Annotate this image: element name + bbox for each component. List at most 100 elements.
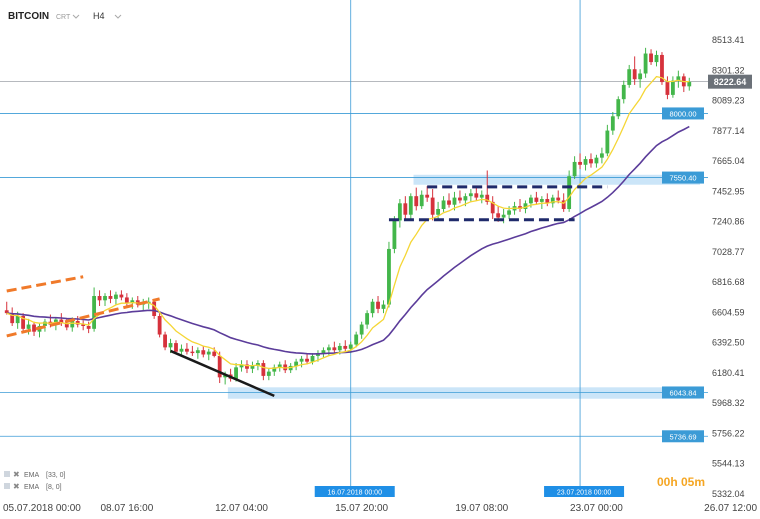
candle-body	[348, 344, 353, 349]
candlestick-series	[4, 47, 692, 385]
candle-body	[201, 350, 206, 355]
candle-body	[337, 345, 342, 351]
candle-body	[310, 355, 315, 362]
timeframe-select[interactable]: H4	[93, 11, 122, 21]
candle-body	[654, 54, 659, 63]
vertical-marker-label: 16.07.2018 00:00	[327, 490, 382, 497]
candle-body	[452, 197, 457, 205]
candle-body	[392, 220, 397, 249]
candle-body	[305, 358, 309, 362]
candle-body	[354, 334, 359, 345]
candle-body	[578, 161, 582, 165]
candle-body	[185, 348, 189, 352]
candle-body	[572, 161, 577, 177]
indicator-legend: ✖ EMA [33, 0] ✖ EMA [8, 0]	[4, 470, 66, 491]
legend-item-ema33[interactable]: ✖ EMA [33, 0]	[4, 470, 66, 479]
candle-body	[195, 350, 200, 354]
x-tick-label: 23.07 00:00	[570, 503, 623, 514]
candle-body	[589, 159, 593, 164]
candle-body	[468, 193, 473, 197]
x-tick-label: 19.07 08:00	[455, 503, 508, 514]
candle-body	[381, 304, 386, 309]
candle-body	[179, 348, 184, 352]
candle-body	[687, 81, 692, 87]
candle-body	[119, 294, 124, 298]
y-tick-label: 5544.13	[712, 459, 745, 469]
y-tick-label: 5968.32	[712, 398, 745, 408]
x-tick-label: 15.07 20:00	[335, 503, 388, 514]
candle-body	[365, 313, 370, 325]
y-tick-label: 5332.04	[712, 489, 745, 499]
level-badge-label: 5736.69	[669, 432, 696, 441]
price-zone	[413, 174, 700, 185]
candle-body	[152, 301, 157, 316]
candle-body	[97, 296, 102, 301]
visibility-icon	[4, 483, 10, 489]
candle-body	[174, 343, 178, 352]
remove-icon[interactable]: ✖	[13, 482, 20, 491]
y-tick-label: 7665.04	[712, 156, 745, 166]
price-axis: 8513.41 8301.32 8089.23 7877.14 7665.04 7452.…	[708, 35, 752, 499]
candle-body	[261, 363, 266, 376]
candle-body	[638, 73, 643, 80]
candle-body	[376, 301, 380, 309]
visibility-icon	[4, 471, 10, 477]
candle-body	[234, 367, 238, 379]
candle-body	[529, 197, 533, 204]
x-tick-label: 05.07.2018 00:00	[3, 503, 81, 514]
chart-header: BITCOIN CRT H4	[8, 11, 122, 22]
dashed-trendline	[6, 275, 84, 293]
legend-item-ema8[interactable]: ✖ EMA [8, 0]	[4, 482, 62, 491]
candle-body	[610, 116, 615, 131]
candle-body	[124, 297, 129, 304]
candle-body	[332, 347, 337, 351]
candle-body	[496, 213, 501, 218]
candle-body	[441, 200, 446, 210]
candle-body	[86, 325, 91, 329]
legend-params: [33, 0]	[46, 472, 66, 479]
candle-body	[299, 358, 304, 362]
candle-body	[250, 365, 255, 369]
candle-body	[103, 296, 107, 301]
candle-body	[534, 197, 539, 202]
candle-body	[643, 53, 648, 74]
timeframe-value: H4	[93, 11, 105, 21]
price-chart[interactable]: 8000.00 7550.40 6043.84 5736.69 16.07.2018 …	[0, 0, 760, 519]
y-tick-label: 7877.14	[712, 126, 745, 136]
candle-body	[605, 130, 610, 154]
y-tick-label: 8089.23	[712, 96, 745, 106]
x-tick-label: 12.07 04:00	[215, 503, 268, 514]
vertical-markers: 16.07.2018 00:00 23.07.2018 00:00	[314, 0, 625, 497]
candle-body	[414, 196, 419, 207]
candle-body	[32, 324, 36, 332]
chevron-down-icon	[72, 14, 80, 19]
candle-body	[408, 196, 413, 215]
candle-body	[567, 176, 572, 210]
y-tick-label: 8301.32	[712, 65, 745, 75]
source-select[interactable]: CRT	[56, 14, 80, 21]
y-tick-label: 6392.50	[712, 338, 745, 348]
legend-label: EMA	[24, 472, 40, 479]
candle-body	[425, 194, 430, 198]
remove-icon[interactable]: ✖	[13, 470, 20, 479]
candle-body	[92, 296, 97, 329]
candle-body	[168, 343, 173, 348]
ema8-line	[6, 75, 690, 370]
candle-body	[387, 248, 391, 305]
candle-body	[632, 69, 637, 80]
candle-body	[665, 82, 670, 95]
candle-body	[458, 197, 462, 201]
candle-body	[649, 53, 653, 63]
candle-body	[430, 197, 435, 215]
candle-body	[321, 350, 326, 354]
candle-body	[70, 320, 75, 328]
candle-body	[621, 84, 626, 100]
candle-body	[359, 324, 364, 335]
candle-timer: 00h 05m	[657, 475, 705, 489]
candle-body	[212, 351, 217, 356]
ema-lines	[6, 75, 690, 370]
candle-body	[419, 194, 424, 207]
y-tick-label: 5756.22	[712, 428, 745, 438]
y-tick-label: 7452.95	[712, 186, 745, 196]
candle-body	[583, 159, 588, 165]
